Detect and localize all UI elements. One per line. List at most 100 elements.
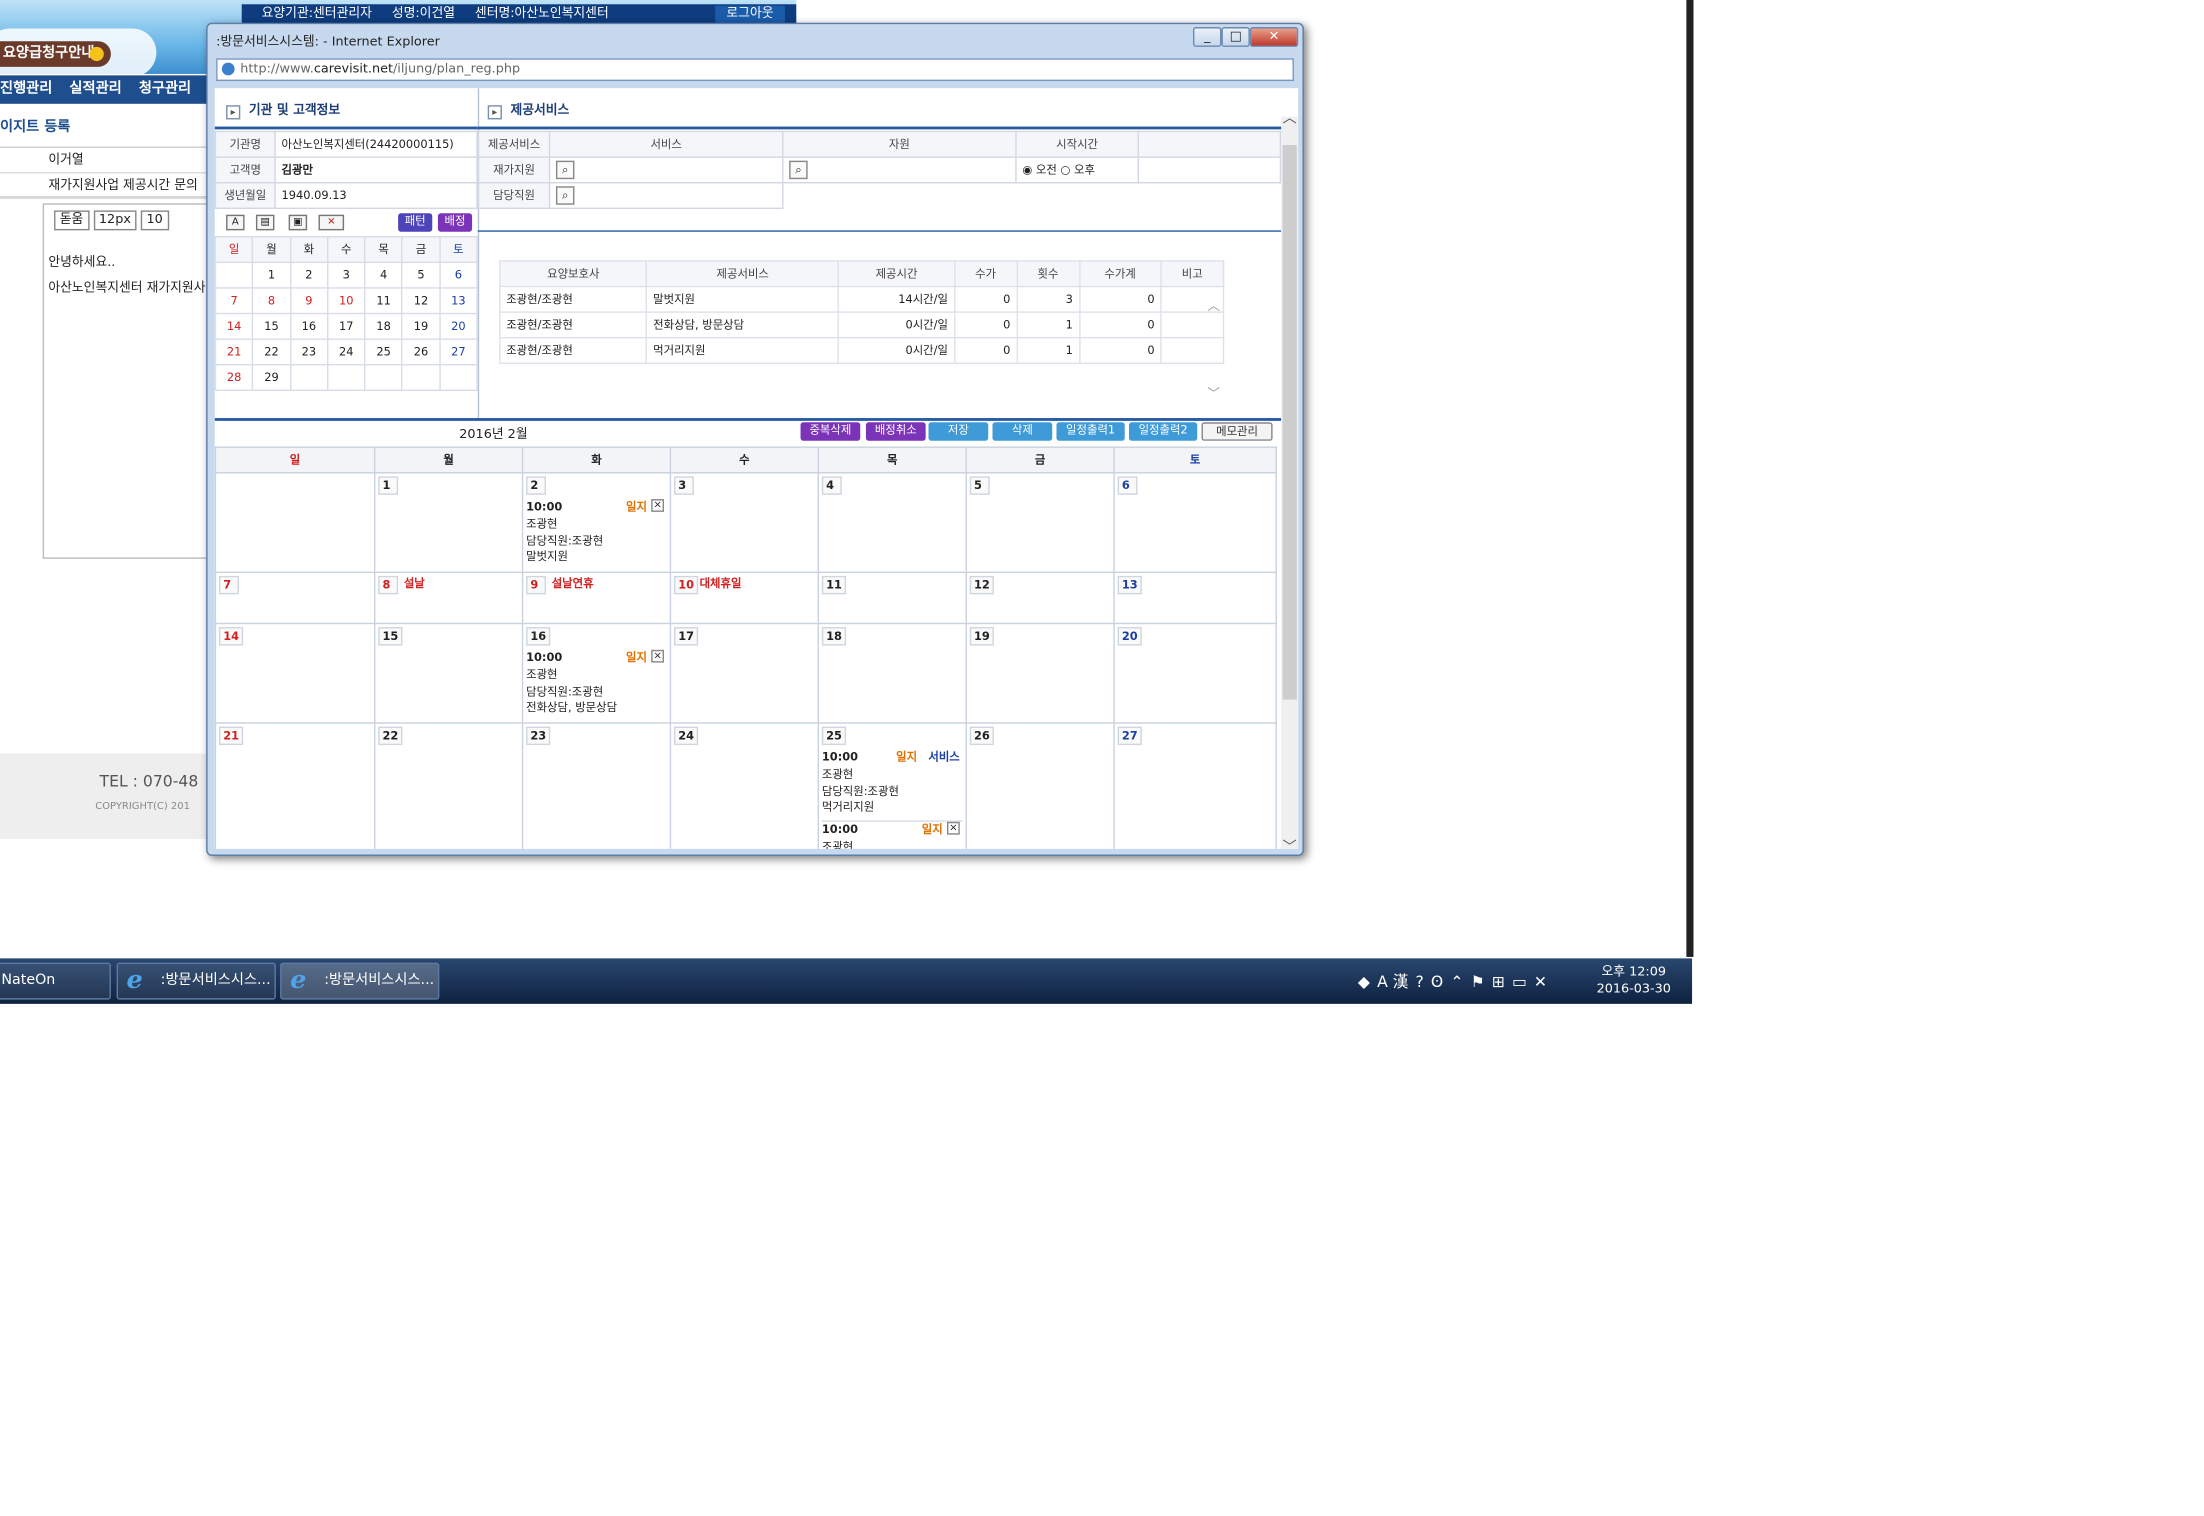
- calendar-day[interactable]: 17: [669, 622, 820, 724]
- nav-item[interactable]: 진행관리: [0, 81, 52, 97]
- memo-button[interactable]: 메모관리: [1201, 422, 1273, 441]
- monitor-icon[interactable]: ▭: [1512, 973, 1527, 991]
- mini-day[interactable]: 28: [214, 364, 254, 392]
- mini-day[interactable]: 17: [326, 312, 366, 340]
- mini-day[interactable]: 19: [401, 312, 441, 340]
- mute-icon[interactable]: ✕: [1534, 973, 1547, 991]
- mini-day[interactable]: 5: [401, 261, 441, 289]
- calendar-day[interactable]: 25 10:00 일지 서비스 조광현 담당직원:조광현 먹거리지원 10:00 일지 × 조광현: [817, 722, 967, 849]
- size-select[interactable]: 12px: [93, 210, 137, 231]
- calendar-day[interactable]: 1: [373, 472, 524, 574]
- calendar-day[interactable]: 26: [965, 722, 1115, 849]
- mini-day[interactable]: 18: [364, 312, 403, 340]
- mini-day[interactable]: 29: [252, 364, 291, 392]
- taskbar-ie-1[interactable]: e:방문서비스시스...: [116, 962, 276, 1000]
- font-icon[interactable]: A: [226, 214, 245, 231]
- scroll-up-icon[interactable]: ︿: [1283, 105, 1297, 127]
- log-link[interactable]: 일지: [896, 749, 917, 765]
- print1-button[interactable]: 일정출력1: [1056, 422, 1125, 441]
- delete-icon[interactable]: ✕: [318, 214, 345, 231]
- scroll-thumb[interactable]: [1282, 145, 1297, 700]
- calendar-day[interactable]: 3: [669, 472, 820, 574]
- service-link[interactable]: 서비스: [928, 749, 959, 765]
- close-icon[interactable]: ✕: [1249, 27, 1299, 47]
- mini-day[interactable]: 10: [326, 287, 366, 315]
- service-row[interactable]: 조광현/조광현 먹거리지원 0시간/일 0 1 0: [499, 336, 1225, 365]
- schedule-entry[interactable]: 10:00 일지 서비스 조광현 담당직원:조광현 먹거리지원: [822, 749, 963, 815]
- log-link[interactable]: 일지: [626, 499, 647, 515]
- chevron-up-icon[interactable]: ⌃: [1450, 973, 1463, 991]
- calendar-day[interactable]: 13: [1113, 571, 1277, 625]
- calendar-day[interactable]: 4: [817, 472, 967, 574]
- mini-day[interactable]: 22: [252, 338, 291, 366]
- taskbar-nateon[interactable]: NateOn: [0, 962, 111, 1000]
- schedule-entry[interactable]: 10:00 일지 × 조광현: [821, 819, 963, 849]
- pattern-button[interactable]: 패턴: [398, 213, 433, 232]
- search-icon[interactable]: ⌕: [555, 160, 575, 180]
- mini-day[interactable]: 12: [401, 287, 441, 315]
- calendar-day[interactable]: 14: [214, 622, 376, 724]
- keyboard-icon[interactable]: ʘ: [1431, 973, 1443, 991]
- calendar-day[interactable]: 27: [1113, 722, 1277, 849]
- clock[interactable]: 오후 12:09 2016-03-30: [1593, 964, 1675, 998]
- calendar-day[interactable]: 21: [214, 722, 376, 849]
- mini-day[interactable]: 21: [214, 338, 254, 366]
- mini-day[interactable]: 7: [214, 287, 254, 315]
- search-icon[interactable]: ⌕: [555, 186, 575, 205]
- service-row[interactable]: 조광현/조광현 전화상담, 방문상담 0시간/일 0 1 0: [499, 311, 1225, 339]
- notice-button[interactable]: 요양급청구안내: [0, 41, 111, 67]
- calendar-day[interactable]: 10 대체휴일: [669, 571, 820, 625]
- network-icon[interactable]: ◆: [1358, 973, 1370, 991]
- calendar-day[interactable]: 12: [965, 571, 1115, 625]
- calendar-day[interactable]: 19: [965, 622, 1115, 724]
- help-icon[interactable]: ?: [1416, 973, 1424, 991]
- dup-delete-button[interactable]: 중복삭제: [800, 422, 861, 441]
- mini-day[interactable]: 6: [438, 261, 478, 289]
- ime-indicator[interactable]: A 漢: [1377, 973, 1408, 991]
- line-select[interactable]: 10: [140, 210, 169, 231]
- schedule-entry[interactable]: 10:00 일지 × 조광현 담당직원:조광현 말벗지원: [526, 499, 667, 565]
- scroll-up-icon[interactable]: ︿: [1207, 296, 1220, 314]
- print-icon[interactable]: ▣: [288, 214, 308, 231]
- calendar-day[interactable]: 8 설날: [373, 571, 524, 625]
- flag-icon[interactable]: ⚑: [1471, 973, 1485, 991]
- calendar-day[interactable]: 16 10:00 일지 × 조광현 담당직원:조광현 전화상담, 방문상담: [521, 622, 672, 724]
- calendar-day[interactable]: 2 10:00 일지 × 조광현 담당직원:조광현 말벗지원: [521, 472, 672, 574]
- mini-day[interactable]: 1: [252, 261, 291, 289]
- maximize-icon[interactable]: □: [1221, 27, 1250, 47]
- schedule-entry[interactable]: 10:00 일지 × 조광현 담당직원:조광현 전화상담, 방문상담: [526, 649, 667, 716]
- calendar-day[interactable]: 22: [373, 722, 524, 849]
- mini-day[interactable]: 11: [364, 287, 403, 315]
- taskbar-ie-2[interactable]: e:방문서비스시스...: [280, 962, 440, 1000]
- mini-day[interactable]: 3: [326, 261, 366, 289]
- calendar-day[interactable]: [214, 472, 376, 574]
- calendar-day[interactable]: 5: [965, 472, 1115, 574]
- mini-day[interactable]: 20: [438, 312, 478, 340]
- save-button[interactable]: 저장: [928, 422, 989, 441]
- mini-day[interactable]: 14: [214, 312, 254, 340]
- close-icon[interactable]: ×: [651, 649, 665, 663]
- mini-day[interactable]: 15: [252, 312, 291, 340]
- mini-day[interactable]: 24: [326, 338, 366, 366]
- calendar-day[interactable]: 15: [373, 622, 524, 724]
- calendar-day[interactable]: 23: [521, 722, 672, 849]
- service-row[interactable]: 조광현/조광현 말벗지원 14시간/일 0 3 0: [499, 285, 1225, 313]
- mini-day[interactable]: 8: [252, 287, 291, 315]
- windows-icon[interactable]: ⊞: [1492, 973, 1505, 991]
- minimize-icon[interactable]: _: [1192, 27, 1222, 47]
- calendar-day[interactable]: 9 설날연휴: [521, 571, 672, 625]
- calendar-day[interactable]: 24: [669, 722, 820, 849]
- logout-button[interactable]: 로그아웃: [715, 5, 785, 23]
- mini-day[interactable]: 2: [289, 261, 329, 289]
- mini-day[interactable]: 23: [289, 338, 329, 366]
- calendar-day[interactable]: 11: [817, 571, 967, 625]
- assign-button[interactable]: 배정: [437, 213, 473, 232]
- log-link[interactable]: 일지: [626, 650, 647, 666]
- search-icon[interactable]: ⌕: [789, 160, 808, 180]
- log-link[interactable]: 일지: [922, 821, 943, 837]
- mini-day[interactable]: 13: [438, 287, 478, 315]
- pm-radio[interactable]: ○: [1060, 164, 1074, 177]
- mini-day[interactable]: 27: [438, 338, 478, 366]
- calendar-day[interactable]: 20: [1113, 622, 1277, 724]
- mini-day[interactable]: 26: [401, 338, 441, 366]
